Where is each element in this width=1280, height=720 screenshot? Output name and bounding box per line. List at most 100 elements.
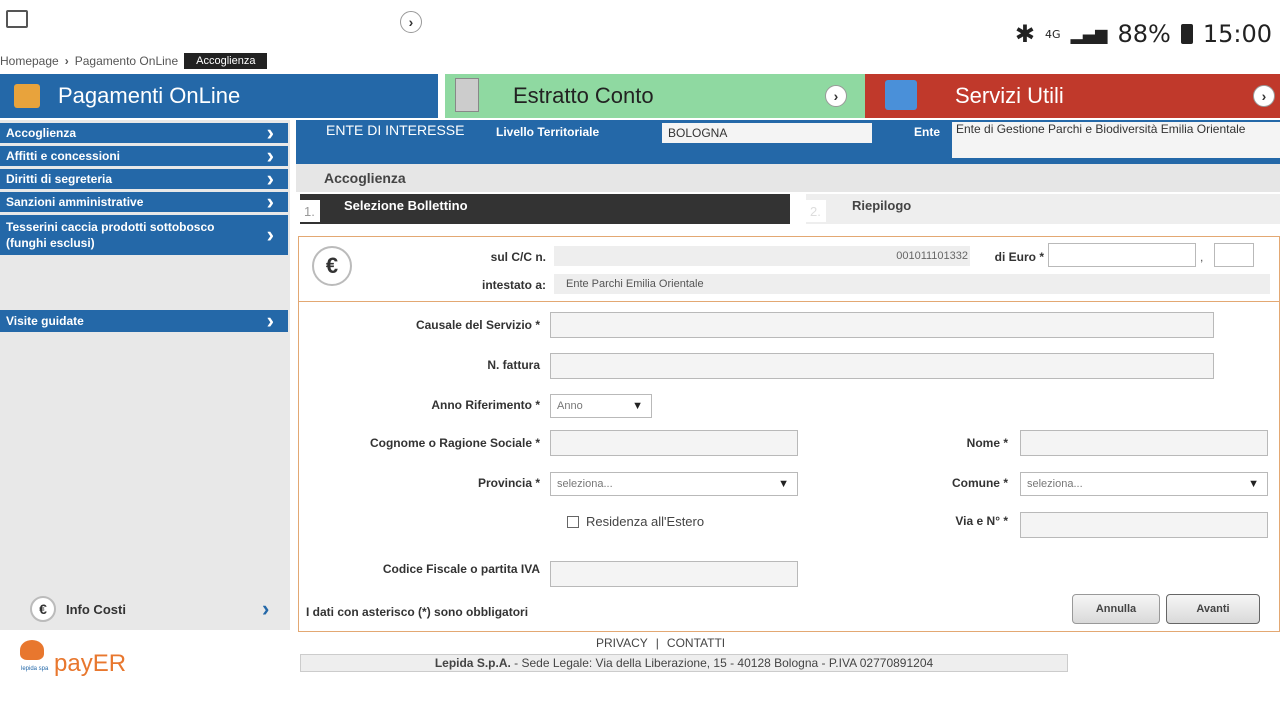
tab-pagamenti-extension [288,74,438,118]
battery-percent: 88% [1117,20,1171,48]
anno-select-value: Anno [557,400,583,412]
folder-icon [14,84,40,108]
sidebar-item-label: Affitti e concessioni [6,149,121,163]
step-1: 1. Selezione Bollettino [300,194,790,224]
network-indicator: 4G [1045,27,1061,41]
required-note: I dati con asterisco (*) sono obbligator… [306,605,529,619]
company-name: Lepida S.p.A. [434,656,511,670]
cf-input[interactable] [550,561,798,587]
ente-header: ENTE DI INTERESSE [326,122,465,138]
step-1-label: Selezione Bollettino [344,198,468,213]
euro-label: di Euro * [994,250,1044,264]
tab-servizi-label: Servizi Utili [955,83,1064,108]
causale-input[interactable] [550,312,1214,338]
decimal-separator: , [1200,250,1204,264]
cc-label: sul C/C n. [490,250,546,264]
anno-label: Anno Riferimento * [431,398,540,412]
clock: 15:00 [1202,20,1272,48]
chevron-right-icon[interactable]: › [825,85,847,107]
euro-integer-input[interactable] [1048,243,1196,267]
sidebar-item-tesserini[interactable]: Tesserini caccia prodotti sottobosco (fu… [0,215,288,255]
tab-estratto-label: Estratto Conto [513,83,654,108]
step-2: 2. Riepilogo [806,194,1280,224]
euro-decimal-input[interactable] [1214,243,1254,267]
dropdown-arrow-icon: ▼ [1248,478,1259,490]
sidebar-item-accoglienza[interactable]: Accoglienza › [0,120,288,145]
contatti-link[interactable]: CONTATTI [667,636,725,650]
causale-label: Causale del Servizio * [415,318,540,332]
sidebar-item-visite[interactable]: Visite guidate › [0,308,288,333]
sidebar-item-sanzioni[interactable]: Sanzioni amministrative › [0,189,288,214]
chevron-right-icon: › [266,189,274,214]
signal-icon: ▂▄▆ [1070,24,1108,44]
privacy-link[interactable]: PRIVACY [596,636,648,650]
via-input[interactable] [1020,512,1268,538]
step-2-number: 2. [806,200,826,222]
fattura-label: N. fattura [487,358,540,372]
nome-input[interactable] [1020,430,1268,456]
residenza-label: Residenza all'Estero [586,514,705,529]
via-label: Via e N° * [955,514,1008,528]
chevron-right-icon: › [266,308,274,333]
breadcrumb-section[interactable]: Pagamento OnLine [75,54,178,68]
battery-icon [1180,24,1193,44]
cc-number: 001011101332 [896,250,968,262]
provincia-label: Provincia * [477,476,540,490]
footer-separator: | [655,636,659,650]
cf-label: Codice Fiscale o partita IVA [382,562,540,576]
lepida-logo-text: lepida spa [21,666,49,672]
dropdown-arrow-icon: ▼ [632,400,643,412]
sidebar-item-label: Diritti di segreteria [6,172,113,186]
sidebar-item-label: Tesserini caccia prodotti sottobosco (fu… [6,220,215,250]
comune-select-value: seleziona... [1027,478,1083,490]
info-costi-label[interactable]: Info Costi [66,602,126,617]
cancel-button[interactable]: Annulla [1072,594,1160,624]
footer-company: Lepida S.p.A. - Sede Legale: Via della L… [300,654,1068,672]
step-2-label: Riepilogo [852,198,912,213]
comune-select[interactable]: seleziona... ▼ [1020,472,1268,496]
chevron-right-icon: › [266,222,274,247]
ente-bar: ENTE DI INTERESSE Livello Territoriale B… [296,120,1280,164]
breadcrumb: Homepage › Pagamento OnLine Accoglienza [0,50,268,72]
euro-icon: € [30,596,56,622]
fattura-input[interactable] [550,353,1214,379]
tab-servizi-utili[interactable]: Servizi Utili › [865,74,1280,118]
livello-label: Livello Territoriale [496,125,600,139]
chevron-right-icon[interactable]: › [1253,85,1275,107]
ente-field[interactable]: Ente di Gestione Parchi e Biodiversità E… [952,122,1280,158]
image-icon [6,10,28,28]
status-bar: ✱ 4G ▂▄▆ 88% 15:00 [0,0,1280,54]
footer-links: PRIVACY | CONTATTI [596,636,725,650]
dropdown-arrow-icon: ▼ [778,478,789,490]
chevron-right-icon[interactable]: › [400,11,422,33]
sidebar-item-diritti[interactable]: Diritti di segreteria › [0,166,288,191]
intestato-field: Ente Parchi Emilia Orientale [554,274,1270,294]
livello-field[interactable]: BOLOGNA [662,123,872,143]
bluetooth-icon: ✱ [1014,20,1036,48]
company-address: - Sede Legale: Via della Liberazione, 15… [510,656,934,670]
sidebar-item-affitti[interactable]: Affitti e concessioni › [0,143,288,168]
euro-icon: € [312,246,352,286]
payer-logo: payER [54,650,127,677]
nome-label: Nome * [966,436,1008,450]
breadcrumb-home[interactable]: Homepage [0,54,59,68]
section-title: Accoglienza [324,170,406,186]
sidebar-item-label: Sanzioni amministrative [6,195,144,209]
next-button[interactable]: Avanti [1166,594,1260,624]
tab-estratto-conto[interactable]: Estratto Conto › [445,74,865,118]
divider [298,301,1280,302]
sidebar-item-label: Accoglienza [6,126,77,140]
intestato-label: intestato a: [481,278,546,292]
sidebar-item-label: Visite guidate [6,314,84,328]
services-icon [885,80,917,110]
chevron-right-icon[interactable]: › [262,596,269,622]
breadcrumb-current: Accoglienza [184,53,268,69]
anno-select[interactable]: Anno ▼ [550,394,652,418]
tab-pagamenti-label: Pagamenti OnLine [58,83,241,108]
residenza-checkbox[interactable] [567,516,579,528]
provincia-select-value: seleziona... [557,478,613,490]
sidebar: Accoglienza › Affitti e concessioni › Diri… [0,120,290,630]
cognome-input[interactable] [550,430,798,456]
tab-pagamenti-online[interactable]: Pagamenti OnLine [0,74,288,118]
provincia-select[interactable]: seleziona... ▼ [550,472,798,496]
